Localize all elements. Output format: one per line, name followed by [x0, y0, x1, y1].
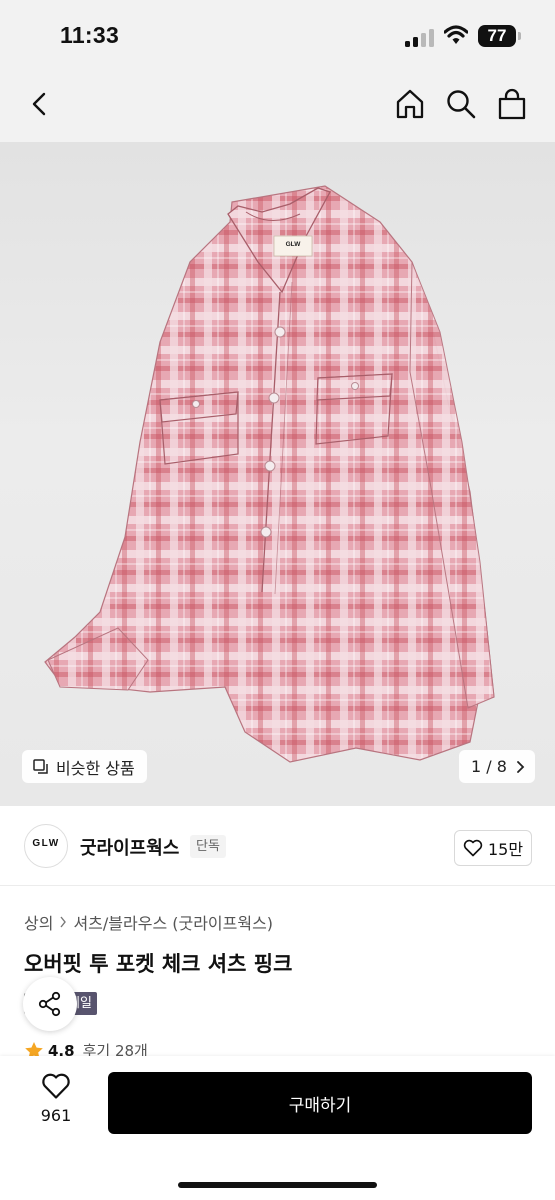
heart-icon [42, 1073, 70, 1099]
wifi-icon [444, 25, 468, 44]
buy-button[interactable]: 구매하기 [108, 1072, 532, 1134]
home-button[interactable] [390, 84, 430, 124]
shirt-label: GLW [286, 241, 302, 248]
back-button[interactable] [20, 84, 60, 124]
breadcrumb-subcategory[interactable]: 셔츠/블라우스 (굿라이프웍스) [73, 910, 273, 934]
brand-logo[interactable]: GLW [24, 824, 68, 868]
cellular-signal-icon [405, 29, 435, 47]
battery-level: 77 [478, 25, 516, 47]
status-bar: 11:33 77 [0, 0, 555, 70]
top-nav [0, 70, 555, 142]
product-title: 오버핏 투 포켓 체크 셔츠 핑크 [24, 952, 293, 976]
chevron-left-icon [32, 92, 46, 116]
similar-products-button[interactable]: 비슷한 상품 [22, 750, 147, 783]
battery-nub [518, 32, 521, 40]
brand-name[interactable]: 굿라이프웍스 [80, 834, 179, 860]
search-icon [447, 90, 476, 119]
exclusive-badge: 단독 [190, 835, 226, 858]
copy-icon [33, 758, 48, 774]
brand-row: GLW 굿라이프웍스 단독 15만 [0, 806, 555, 886]
cart-button[interactable] [492, 84, 532, 124]
product-photo: GLW [44, 185, 495, 763]
product-image-gallery[interactable]: GLW 비슷한 상품 1 / 8 [0, 142, 555, 806]
status-time: 11:33 [60, 22, 120, 48]
home-icon [396, 89, 424, 119]
brand-like-count: 15만 [487, 840, 524, 859]
chevron-right-icon [60, 916, 67, 928]
bottom-action-bar: 961 구매하기 [0, 1056, 555, 1200]
share-button[interactable] [23, 977, 77, 1031]
search-button[interactable] [441, 84, 481, 124]
wishlist-count: 961 [40, 1106, 72, 1125]
image-pager[interactable]: 1 / 8 [459, 750, 535, 783]
share-icon [38, 991, 61, 1017]
wishlist-button[interactable]: 961 [24, 1072, 88, 1125]
similar-products-label: 비슷한 상품 [56, 758, 135, 778]
shopping-bag-icon [498, 88, 526, 120]
brand-logo-text: GLW [32, 838, 60, 849]
home-indicator [178, 1182, 377, 1188]
image-page-indicator: 1 / 8 [471, 757, 507, 776]
brand-like-button[interactable]: 15만 [454, 830, 532, 866]
breadcrumb-category[interactable]: 상의 [24, 910, 53, 934]
chevron-right-icon [517, 760, 525, 773]
heart-icon [463, 839, 483, 857]
breadcrumb: 상의 셔츠/블라우스 (굿라이프웍스) [24, 910, 273, 934]
